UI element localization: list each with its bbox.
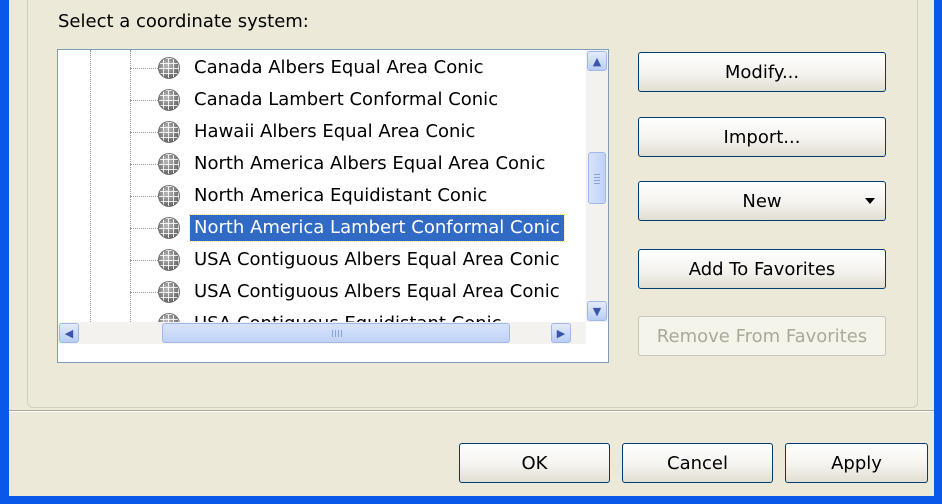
- list-item-label: North America Albers Equal Area Conic: [194, 153, 546, 174]
- tree-connector: [130, 228, 158, 229]
- cancel-button-label: Cancel: [667, 452, 728, 474]
- window-frame-left: [0, 0, 9, 504]
- new-dropdown-button[interactable]: New: [638, 181, 886, 221]
- add-to-favorites-button[interactable]: Add To Favorites: [638, 249, 886, 289]
- list-item[interactable]: Canada Lambert Conformal Conic: [58, 84, 588, 116]
- tree-connector: [130, 292, 158, 293]
- dropdown-arrow-icon: [865, 198, 875, 204]
- chevron-up-icon: ▲: [592, 54, 602, 68]
- tree-connector: [130, 196, 158, 197]
- grip-line: [332, 330, 333, 337]
- window-frame-right: [934, 0, 942, 504]
- globe-icon: [158, 121, 180, 143]
- vertical-scrollbar[interactable]: ▲ ▼: [586, 50, 608, 322]
- list-item-label: Canada Lambert Conformal Conic: [194, 89, 499, 110]
- list-item[interactable]: USA Contiguous Albers Equal Area Conic: [58, 244, 588, 276]
- list-item-label: USA Contiguous Albers Equal Area Conic: [194, 281, 560, 302]
- ok-button[interactable]: OK: [459, 443, 610, 483]
- grip-line: [338, 330, 339, 337]
- globe-icon: [158, 249, 180, 271]
- globe-icon: [158, 217, 180, 239]
- globe-icon: [158, 281, 180, 303]
- remove-from-favorites-button[interactable]: Remove From Favorites: [638, 316, 886, 356]
- grip-line: [594, 180, 600, 181]
- grip-line: [335, 330, 336, 337]
- globe-icon: [158, 57, 180, 79]
- scroll-right-button[interactable]: ▶: [551, 323, 571, 343]
- tree-connector: [130, 260, 158, 261]
- vertical-scroll-thumb[interactable]: [588, 152, 606, 204]
- add-favorites-label: Add To Favorites: [688, 258, 836, 280]
- list-item[interactable]: Hawaii Albers Equal Area Conic: [58, 116, 588, 148]
- apply-button-label: Apply: [831, 452, 882, 474]
- list-item[interactable]: North America Equidistant Conic: [58, 180, 588, 212]
- horizontal-scrollbar[interactable]: ◀ ▶: [58, 322, 586, 344]
- scroll-up-button[interactable]: ▲: [587, 51, 607, 71]
- globe-icon: [158, 185, 180, 207]
- list-item-selected[interactable]: North America Lambert Conformal Conic: [58, 212, 588, 244]
- chevron-right-icon: ▶: [556, 326, 566, 340]
- select-coordinate-label: Select a coordinate system:: [58, 11, 309, 32]
- import-button[interactable]: Import...: [638, 117, 886, 157]
- cancel-button[interactable]: Cancel: [622, 443, 773, 483]
- globe-icon: [158, 153, 180, 175]
- list-item-label: Hawaii Albers Equal Area Conic: [194, 121, 476, 142]
- list-item-label: Canada Albers Equal Area Conic: [194, 57, 484, 78]
- list-item-label: North America Equidistant Conic: [194, 185, 488, 206]
- grip-line: [594, 177, 600, 178]
- coordinate-system-tree[interactable]: Canada Albers Equal Area Conic Canada La…: [57, 49, 609, 363]
- list-item[interactable]: USA Contiguous Albers Equal Area Conic: [58, 276, 588, 308]
- separator-line: [9, 410, 934, 412]
- scroll-down-button[interactable]: ▼: [587, 301, 607, 321]
- window-frame-bottom: [0, 496, 942, 504]
- list-item-label: USA Contiguous Albers Equal Area Conic: [194, 249, 560, 270]
- grip-line: [594, 174, 600, 175]
- list-item[interactable]: Canada Albers Equal Area Conic: [58, 52, 588, 84]
- tree-connector: [130, 132, 158, 133]
- tree-connector: [130, 100, 158, 101]
- chevron-left-icon: ◀: [64, 326, 74, 340]
- remove-favorites-label: Remove From Favorites: [656, 325, 868, 347]
- new-button-label: New: [742, 190, 782, 212]
- apply-button[interactable]: Apply: [785, 443, 928, 483]
- scroll-left-button[interactable]: ◀: [59, 323, 79, 343]
- modify-button-label: Modify...: [724, 61, 800, 83]
- tree-connector: [130, 164, 158, 165]
- horizontal-scroll-thumb[interactable]: [162, 323, 510, 343]
- grip-line: [594, 183, 600, 184]
- list-item-label: North America Lambert Conformal Conic: [189, 214, 565, 242]
- grip-line: [341, 330, 342, 337]
- modify-button[interactable]: Modify...: [638, 52, 886, 92]
- globe-icon: [158, 89, 180, 111]
- tree-connector: [130, 68, 158, 69]
- chevron-down-icon: ▼: [592, 304, 602, 318]
- ok-button-label: OK: [521, 452, 548, 474]
- list-item[interactable]: North America Albers Equal Area Conic: [58, 148, 588, 180]
- import-button-label: Import...: [723, 126, 801, 148]
